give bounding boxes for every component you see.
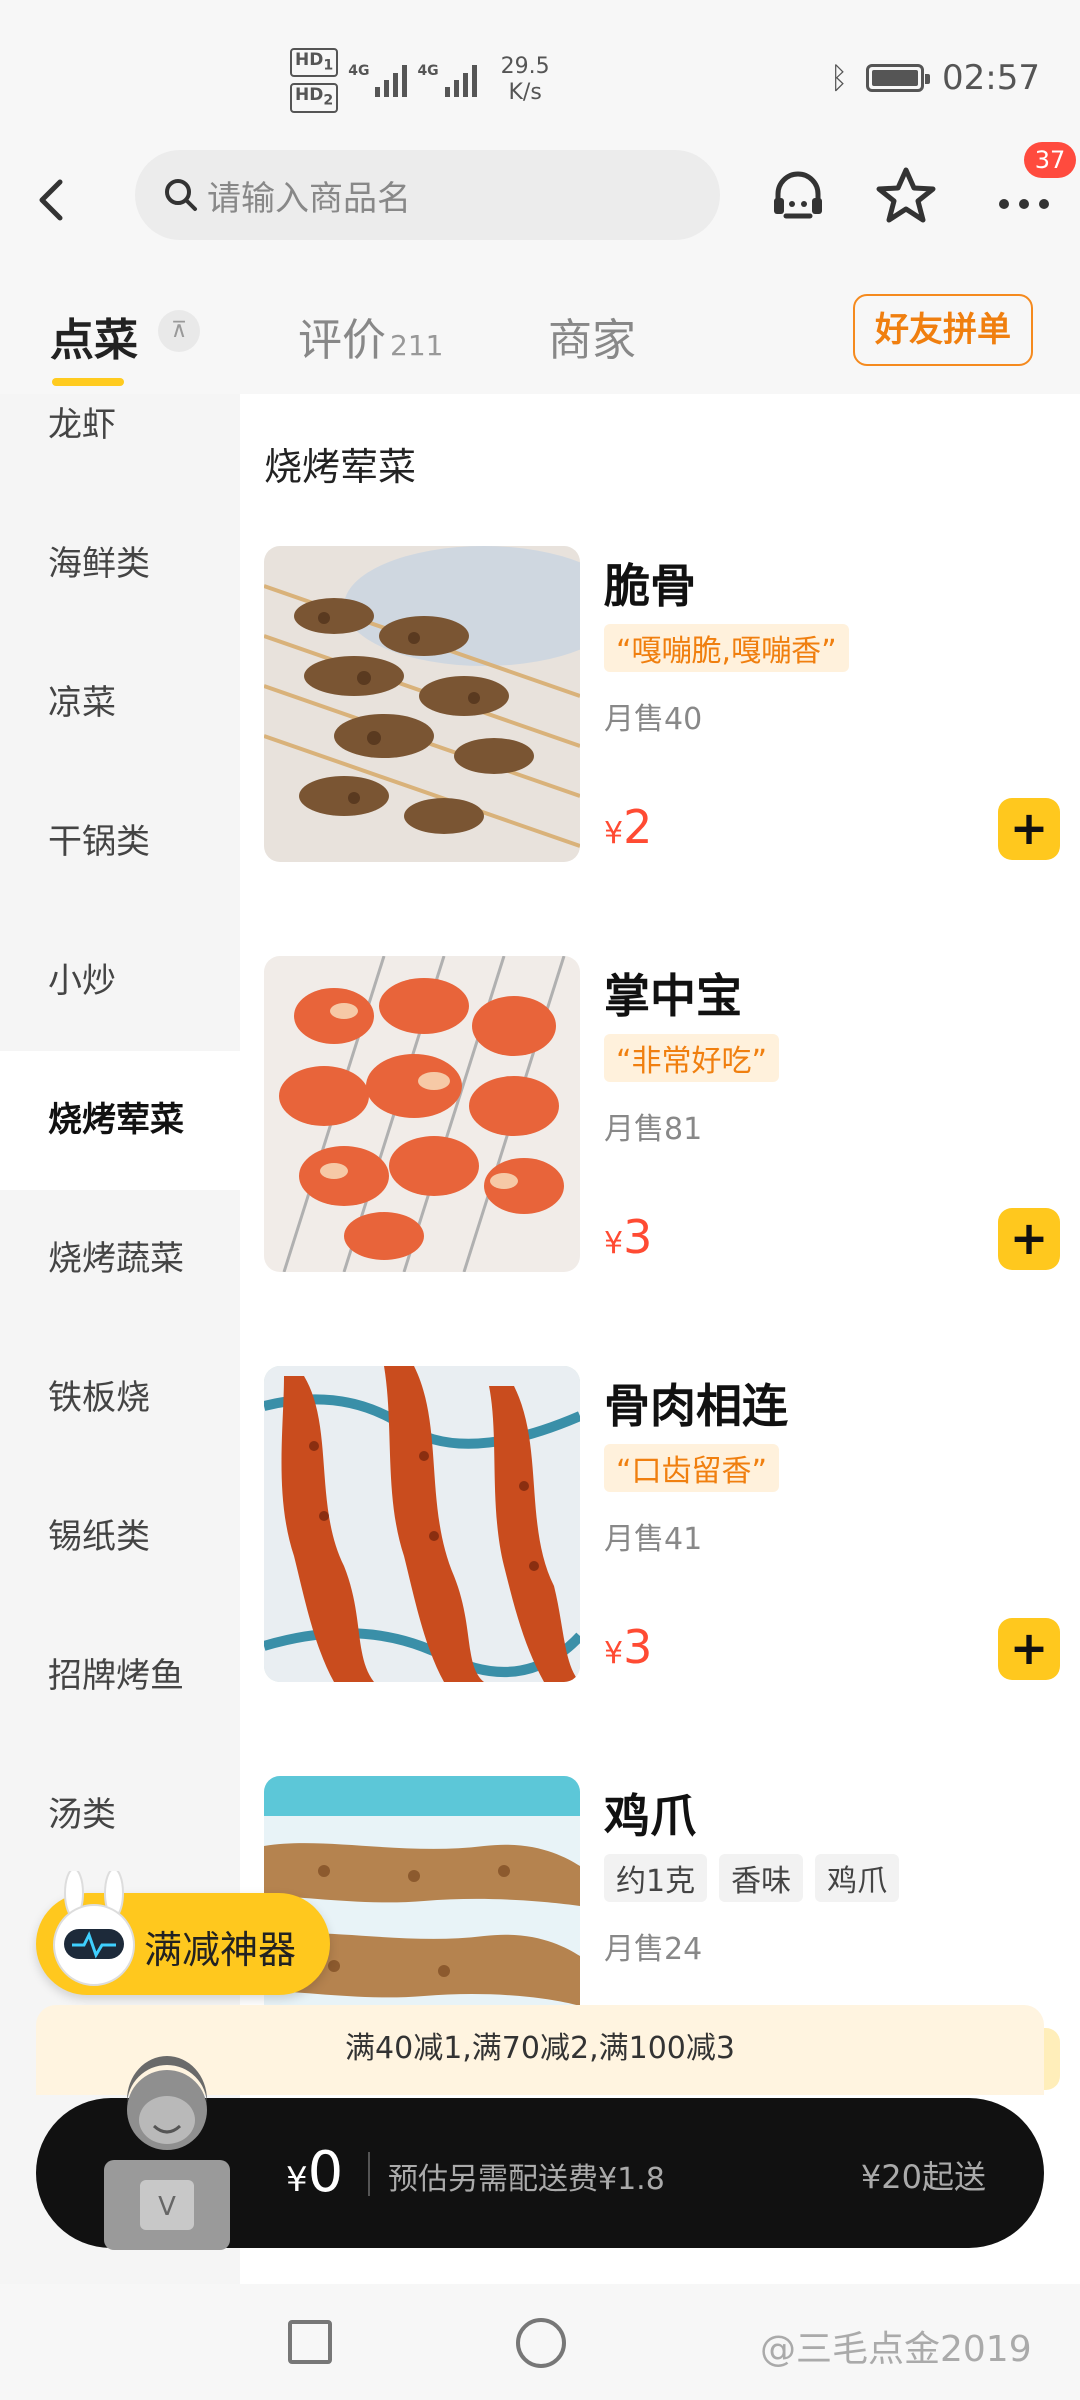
food-image xyxy=(264,546,580,862)
sidebar-item[interactable]: 锡纸类 xyxy=(0,1468,240,1607)
item-tag: 香味 xyxy=(719,1854,804,1902)
status-bar: HD1 HD2 4G 4G 29.5 K/s ᛒ 02:57 xyxy=(0,0,1080,150)
item-sales: 月售40 xyxy=(604,702,703,737)
menu-item[interactable]: 掌中宝 “非常好吃” 月售81 ¥3 + xyxy=(264,956,1064,1276)
menu-content: 烧烤荤菜 脆骨 “嘎嘣脆,嘎嘣香” 月售40 ¥2 + 掌中宝 “非常好吃” 月… xyxy=(240,394,1080,2284)
sidebar-item[interactable]: 龙虾 xyxy=(0,356,240,495)
hd-indicators: HD1 HD2 xyxy=(290,48,339,113)
more-button[interactable]: 37 xyxy=(992,142,1076,228)
item-sales: 月售24 xyxy=(604,1932,703,1967)
sidebar-item[interactable]: 干锅类 xyxy=(0,773,240,912)
friend-order-button[interactable]: 好友拼单 xyxy=(853,294,1033,366)
sidebar-item[interactable]: 铁板烧 xyxy=(0,1329,240,1468)
tab-merchant-label: 商家 xyxy=(548,315,636,366)
food-image xyxy=(264,956,580,1272)
search-placeholder: 请输入商品名 xyxy=(207,178,411,219)
tab-merchant[interactable]: 商家 xyxy=(548,304,636,368)
robot-rabbit-icon xyxy=(53,1871,135,1986)
sidebar-item[interactable]: 汤类 xyxy=(0,1746,240,1885)
item-price: ¥3 xyxy=(604,1210,653,1264)
search-input[interactable]: 请输入商品名 xyxy=(135,150,720,240)
menu-item[interactable]: 骨肉相连 “口齿留香” 月售41 ¥3 + xyxy=(264,1366,1064,1686)
item-price: ¥3 xyxy=(604,1620,653,1674)
sidebar-item-active[interactable]: 烧烤荤菜 xyxy=(0,1051,240,1190)
svg-text:V: V xyxy=(158,2192,176,2222)
section-title: 烧烤荤菜 xyxy=(264,445,417,489)
star-icon xyxy=(876,167,936,223)
cart-divider xyxy=(368,2152,370,2196)
sidebar-item[interactable]: 招牌烤鱼 xyxy=(0,1607,240,1746)
sidebar-item[interactable]: 海鲜类 xyxy=(0,495,240,634)
system-nav-bar: @三毛点金2019 xyxy=(0,2284,1080,2400)
notification-badge: 37 xyxy=(1024,142,1076,178)
favorite-button[interactable] xyxy=(874,164,938,228)
add-to-cart-button[interactable]: + xyxy=(998,1208,1060,1270)
courier-icon[interactable]: V xyxy=(94,2050,240,2250)
item-tag: 鸡爪 xyxy=(815,1854,900,1902)
item-slogan: “口齿留香” xyxy=(604,1444,780,1492)
pin-top-icon[interactable]: ⊼ xyxy=(158,310,200,352)
customer-service-button[interactable] xyxy=(766,164,830,228)
item-name: 骨肉相连 xyxy=(604,1379,788,1433)
delivery-fee: 预估另需配送费¥1.8 xyxy=(388,2162,665,2197)
status-left: HD1 HD2 4G 4G 29.5 K/s xyxy=(290,48,550,113)
back-button[interactable] xyxy=(24,170,84,230)
item-price: ¥2 xyxy=(604,800,653,854)
add-to-cart-button[interactable]: + xyxy=(998,1618,1060,1680)
item-name: 鸡爪 xyxy=(604,1789,696,1843)
recent-apps-button[interactable] xyxy=(288,2320,332,2364)
sidebar-item[interactable]: 小炒 xyxy=(0,912,240,1051)
back-arrow-icon xyxy=(39,179,63,221)
add-to-cart-button[interactable]: + xyxy=(998,798,1060,860)
sidebar-item[interactable]: 凉菜 xyxy=(0,634,240,773)
cart-total: ¥0 xyxy=(286,2140,344,2205)
signal-2-icon: 4G xyxy=(417,63,477,98)
tab-reviews-count: 211 xyxy=(390,329,444,362)
tab-reviews-label: 评价 xyxy=(298,315,386,366)
category-sidebar: 龙虾 海鲜类 凉菜 干锅类 小炒 烧烤荤菜 烧烤蔬菜 铁板烧 锡纸类 招牌烤鱼 … xyxy=(0,394,240,2284)
item-slogan: “嘎嘣脆,嘎嘣香” xyxy=(604,624,849,672)
tab-reviews[interactable]: 评价 211 xyxy=(298,304,443,368)
status-right: ᛒ 02:57 xyxy=(830,58,1040,98)
signal-1-icon: 4G xyxy=(348,63,408,98)
item-sales: 月售81 xyxy=(604,1112,703,1147)
home-button[interactable] xyxy=(516,2318,566,2368)
bluetooth-icon: ᛒ xyxy=(830,60,849,96)
sidebar-item[interactable]: 烧烤蔬菜 xyxy=(0,1190,240,1329)
item-tag: 约1克 xyxy=(604,1854,708,1902)
watermark: @三毛点金2019 xyxy=(760,2329,1032,2370)
header: 请输入商品名 37 xyxy=(0,142,1080,250)
item-sales: 月售41 xyxy=(604,1522,703,1557)
network-speed: 29.5 K/s xyxy=(500,54,550,106)
customer-service-icon xyxy=(774,171,822,219)
discount-helper-button[interactable]: 满减神器 xyxy=(36,1871,330,1995)
item-name: 脆骨 xyxy=(604,559,696,613)
hd2-indicator: HD2 xyxy=(290,83,339,113)
search-icon xyxy=(165,179,197,211)
battery-icon xyxy=(866,64,931,92)
item-slogan: “非常好吃” xyxy=(604,1034,780,1082)
hd1-indicator: HD1 xyxy=(290,48,339,78)
item-name: 掌中宝 xyxy=(604,969,742,1023)
min-order: ¥20起送 xyxy=(860,2158,986,2196)
item-tags: 约1克 香味 鸡爪 xyxy=(604,1854,900,1902)
clock: 02:57 xyxy=(942,58,1040,98)
food-image xyxy=(264,1366,580,1682)
menu-item[interactable]: 脆骨 “嘎嘣脆,嘎嘣香” 月售40 ¥2 + xyxy=(264,546,1064,866)
discount-helper-label: 满减神器 xyxy=(144,1928,297,1972)
